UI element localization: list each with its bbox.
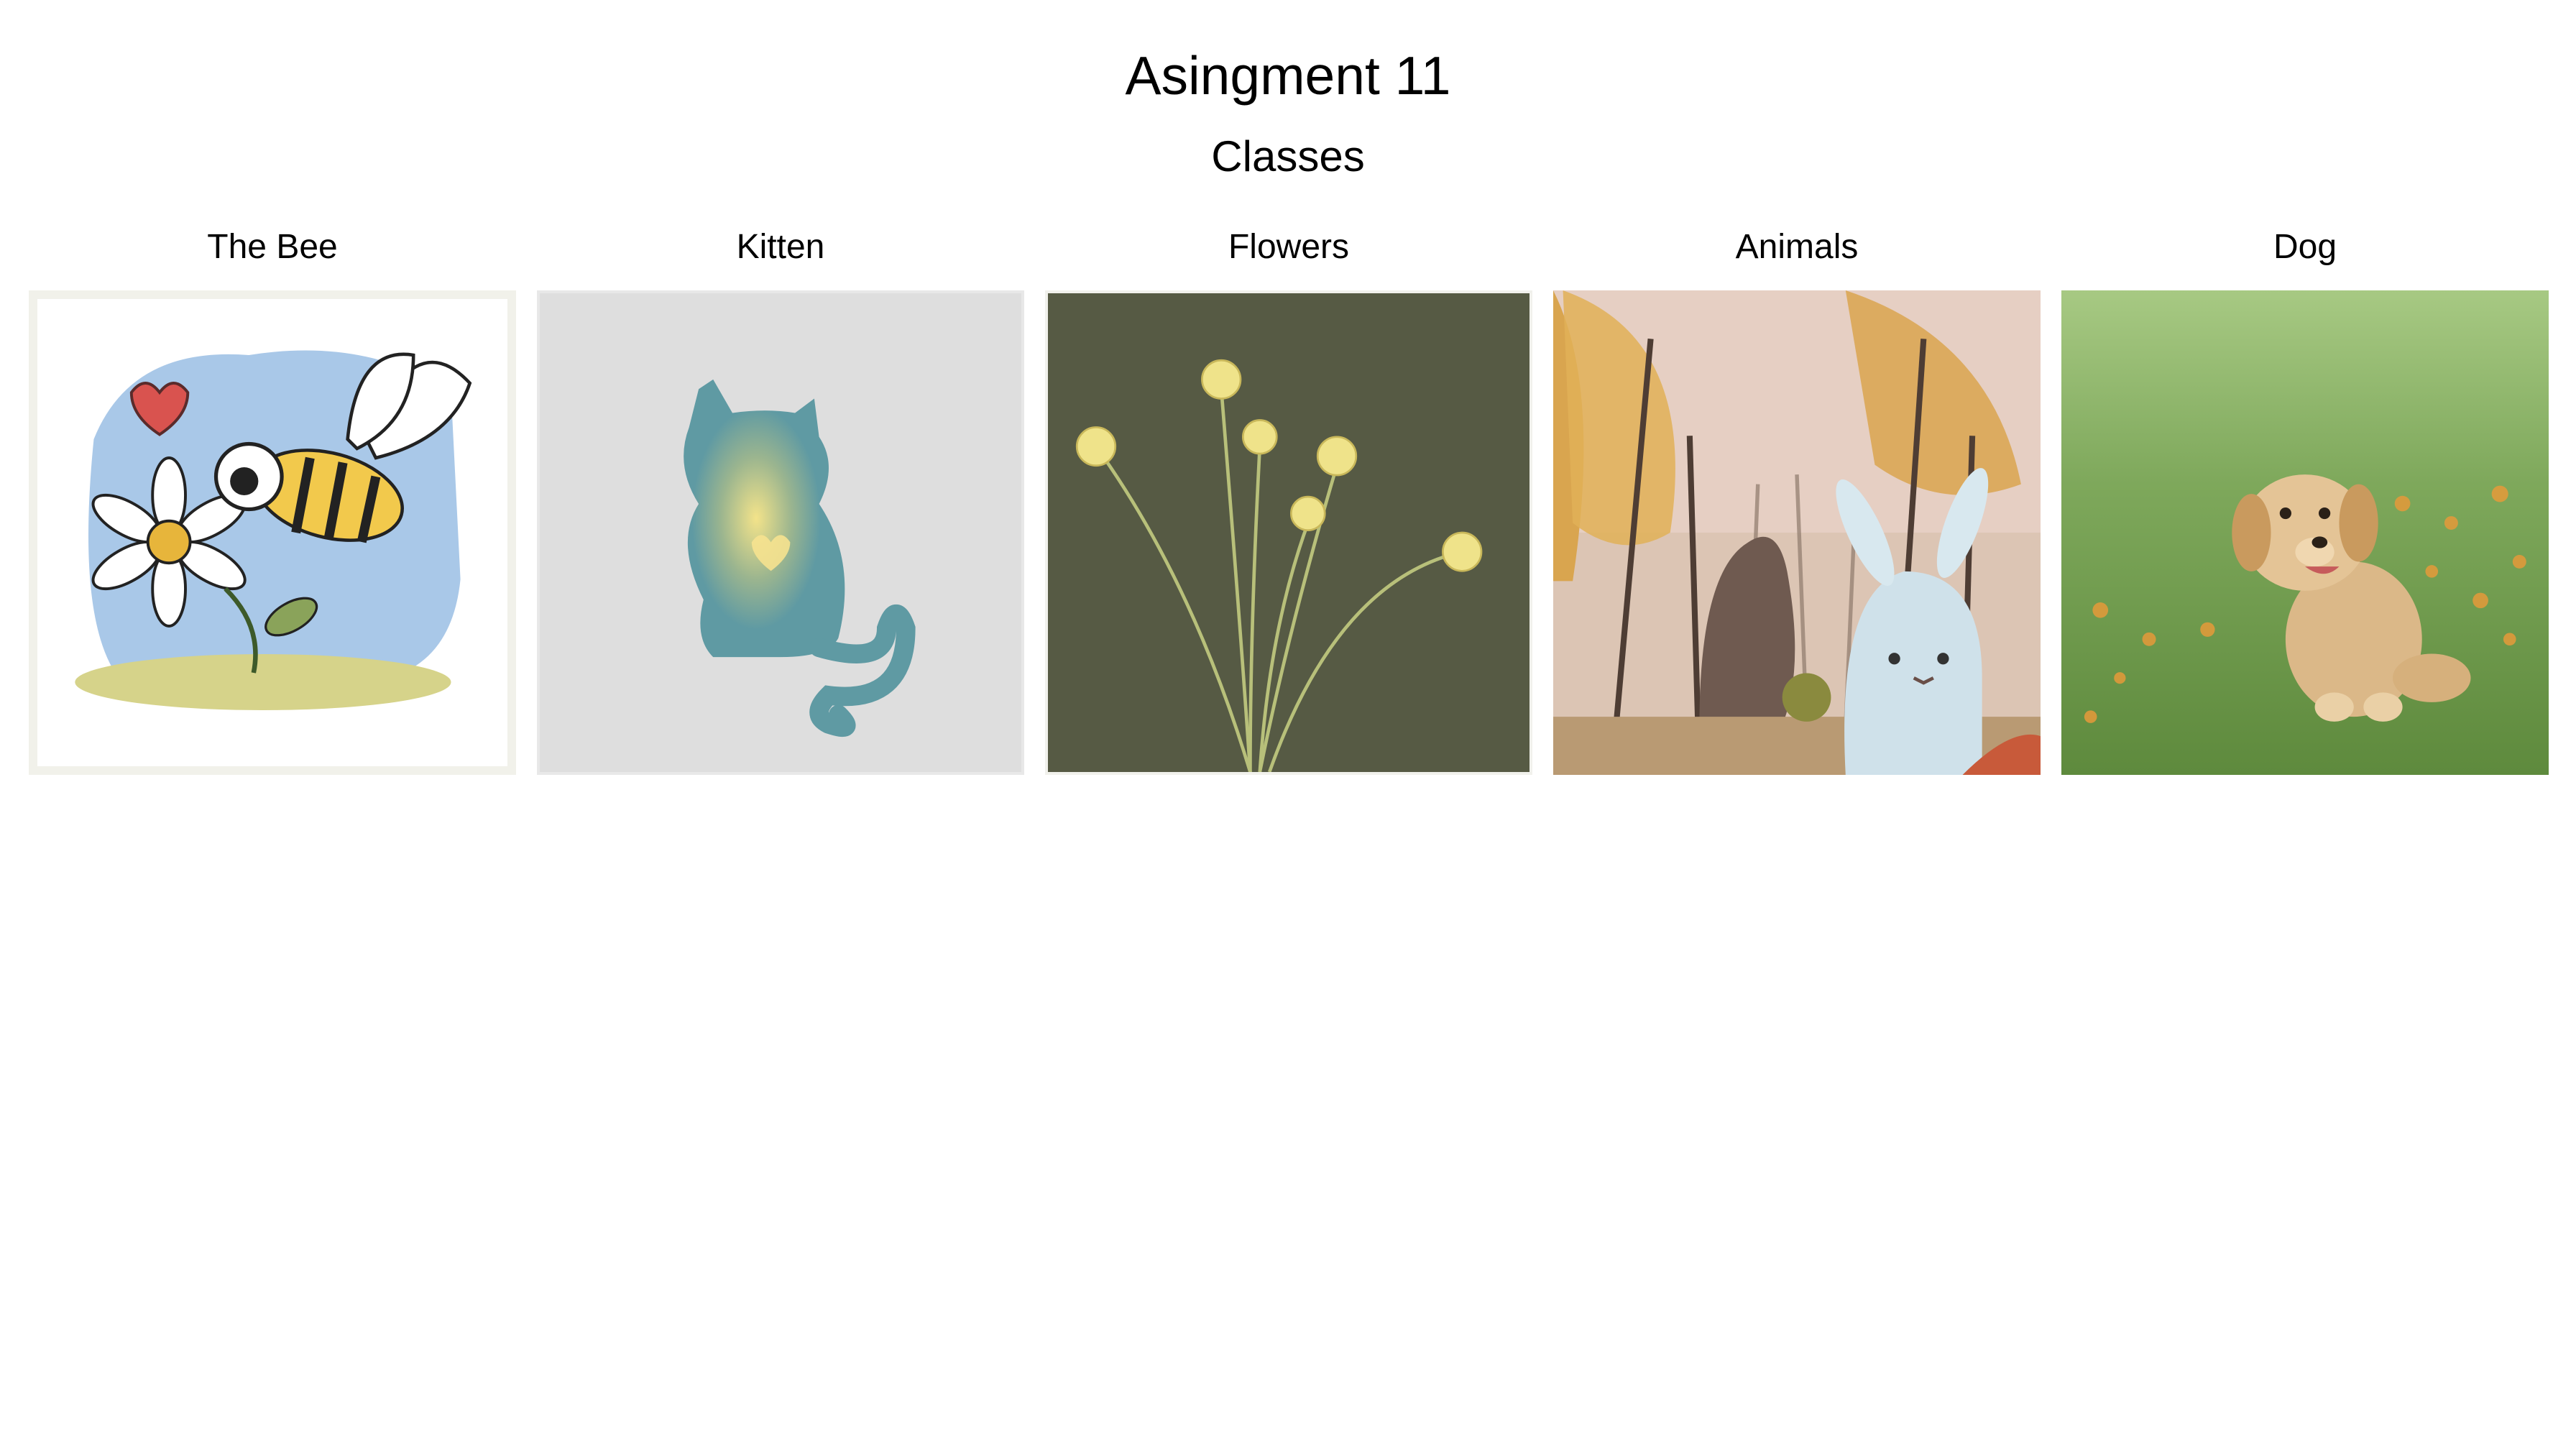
card-label: The Bee (207, 228, 338, 266)
dog-image (2061, 290, 2549, 775)
page-title: Asingment 11 (1125, 45, 1451, 106)
image-gallery: The Bee Kitten Flowers Animals Dog (29, 224, 2552, 778)
gallery-card-flowers: Flowers (1045, 224, 1532, 778)
gallery-card-kitten: Kitten (537, 224, 1024, 778)
gallery-card-bee: The Bee (29, 224, 516, 778)
card-label: Flowers (1228, 228, 1350, 266)
animals-image (1553, 290, 2041, 775)
page-subtitle: Classes (1211, 132, 1365, 180)
card-label: Animals (1735, 228, 1859, 266)
kitten-image (537, 290, 1024, 775)
gallery-card-animals: Animals (1553, 224, 2041, 778)
bee-image (29, 290, 516, 775)
gallery-card-dog: Dog (2061, 224, 2549, 778)
flowers-image (1045, 290, 1532, 775)
card-label: Kitten (736, 228, 825, 266)
page: Asingment 11 Classes The Bee Kitten Flow… (0, 0, 2576, 1429)
card-label: Dog (2273, 228, 2337, 266)
